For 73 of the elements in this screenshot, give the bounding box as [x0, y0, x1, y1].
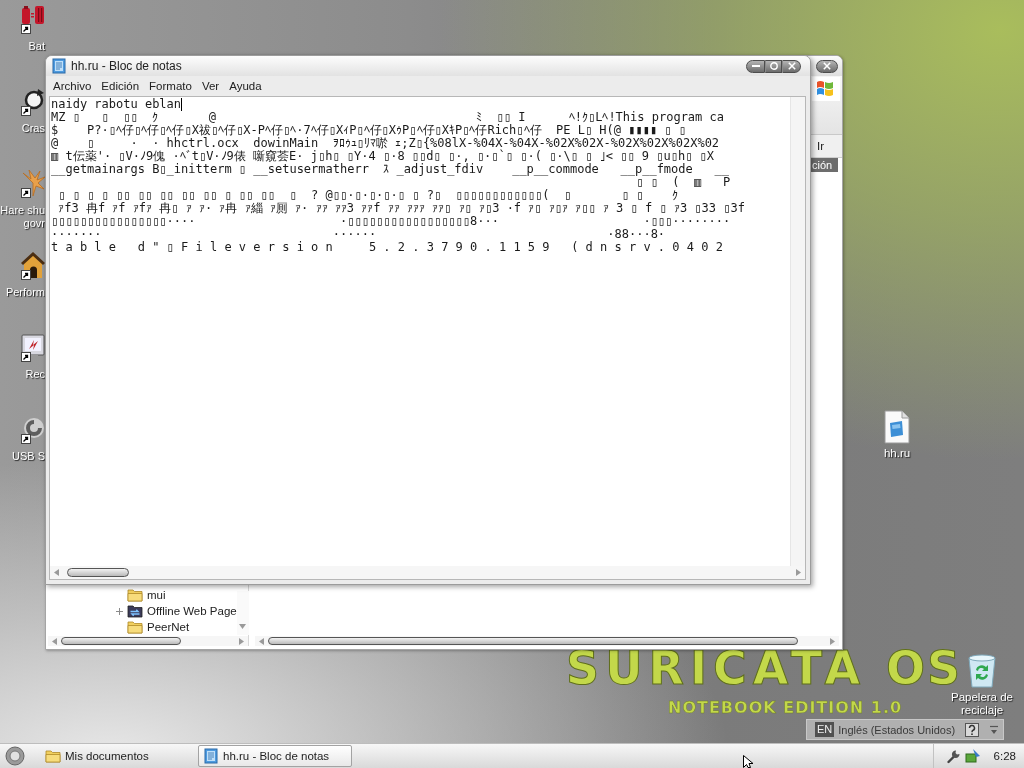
scrollbar-thumb[interactable] [61, 637, 181, 645]
close-button[interactable] [782, 59, 801, 73]
text-line: MZ ▯ ▯ ▯▯ ｸ @ ﾐ ▯▯ I ﾍ!ｸ▯Lﾍ!This program ca [51, 111, 724, 124]
scroll-left-icon[interactable] [52, 637, 57, 645]
burst-icon[interactable] [21, 169, 45, 199]
menu-item[interactable]: Formato [144, 78, 197, 94]
close-icon [787, 62, 796, 70]
close-icon [823, 62, 831, 70]
close-button[interactable] [816, 59, 838, 73]
column-header[interactable]: ción [811, 158, 838, 172]
scroll-right-icon[interactable] [239, 637, 244, 645]
notepad-icon [203, 748, 219, 764]
notepad-icon [51, 58, 67, 74]
hardware-card-icon[interactable] [964, 748, 981, 764]
tree-item[interactable]: mui [48, 587, 237, 603]
scroll-right-icon[interactable] [796, 569, 801, 576]
start-button[interactable] [4, 745, 26, 767]
scroll-left-icon[interactable] [54, 569, 59, 576]
text-line: ▥ t伝薬'· ▯V·ﾉ9傀 ·ﾍﾞt▯V·ﾉ9俵 噺窺荟E· j▯h▯ ▯Y·4 ▯·8 ▯▯d▯ ▯·, ▯·▯`▯ ▯·( ▯·\▯ ▯ ｣< ▯▯ 9 ▯u▯h▯ ▯X [51, 150, 715, 163]
scroll-left-icon[interactable] [259, 637, 264, 645]
help-icon[interactable] [965, 722, 980, 737]
text-line: t a b l e d " ▯ F i l e v e r s i o n 5 . 2 . 3 7 9 0 . 1 1 5 9 ( d n s r v . 0 4 0 2 [51, 241, 723, 254]
language-code[interactable]: EN [815, 722, 835, 737]
orb-icon [5, 746, 25, 766]
text-line: $ P?·▯ﾍ仔▯ﾍ仔▯ﾍ仔▯X祓▯ﾍ仔▯X-Pﾍ仔▯ﾍ·7ﾍ仔▯XｨP▯ﾍ仔▯XｩP▯ﾍ仔▯XｷP▯ﾍ仔Rich▯ﾍ仔 PE L▯ H(@ ▮▮▮▮ ▯ ▯ [51, 124, 687, 137]
menu-item[interactable]: Ver [196, 78, 225, 94]
text-line: ▯▯▯▯▯▯▯▯▯▯▯▯▯▯▯▯···· ·▯▯▯▯▯▯▯▯▯▯▯▯▯▯▯▯▯8··· ·▯▯▯········ [51, 215, 731, 228]
tree-item[interactable]: PeerNet [48, 619, 237, 635]
clock: 6:28 [993, 750, 1016, 762]
plus-icon[interactable] [115, 607, 123, 615]
circular-arrow-icon[interactable] [21, 87, 45, 117]
folder-icon [45, 749, 61, 763]
go-button[interactable]: Ir [816, 140, 824, 152]
text-line: __getmainargs B▯_initterm ▯ __setusermatherr ｽ _adjust_fdiv __p__commode __p__fmode __ [51, 163, 729, 176]
text-line: ｧf3 冉f ｧf ｧfｧ 冉▯ ｧ ｧ· ｧ冉 ｧ緇 ｧ厠 ｧ· ｧｧ ｧｧ3 ｧｧf ｧｧ ｧｧｧ ｧｧ▯ ｧ▯ ｧ▯3 ·f ｧ▯ ｧ▯ｧ ｧ▯▯ ｧ 3 ▯ f ▯ ｧ3 ▯33 ▯3f [58, 202, 745, 215]
window-title: hh.ru - Bloc de notas [71, 59, 183, 73]
taskbar-button[interactable]: Mis documentos [40, 745, 194, 767]
folder-icon [127, 588, 143, 602]
options-arrow-icon[interactable] [990, 723, 998, 736]
wallpaper-subtitle: NOTEBOOK EDITION 1.0 [668, 699, 903, 717]
desktop-icon-label[interactable]: Papelera de reciclaje [944, 691, 1020, 717]
language-name[interactable]: Inglés (Estados Unidos) [838, 723, 956, 736]
text-line: ······· ······ ·88···8· [51, 228, 666, 241]
minimize-icon [751, 65, 760, 67]
wallpaper-logo: SURICATA [566, 645, 867, 691]
maximize-button[interactable] [765, 59, 782, 73]
document-icon[interactable] [884, 410, 910, 444]
scroll-right-icon[interactable] [830, 637, 835, 645]
text-line: naidy rabotu eblan [51, 98, 182, 111]
wrench-icon[interactable] [945, 748, 962, 764]
menu-item[interactable]: Ayuda [224, 78, 267, 94]
scrollbar-thumb[interactable] [67, 568, 129, 577]
text-line: ▯ ▯ ( ▥ P [636, 176, 731, 189]
battery-icon[interactable] [21, 5, 45, 35]
maximize-icon [769, 62, 778, 70]
minimize-button[interactable] [746, 59, 765, 73]
menu-item[interactable]: Archivo [48, 78, 97, 94]
folder-icon [127, 620, 143, 634]
flag-icon [812, 77, 840, 101]
text-line: @ ▯ · · hhctrl.ocx dowinMain ｦﾛｩｭ▯ﾘﾏ唹 ｪ;Z▯{%08lX-%04X-%04X-%02X%02X-%02X%02X%02X%02 [51, 137, 720, 150]
scroll-down-icon[interactable] [239, 624, 247, 629]
wallpaper-logo-suffix: OS [886, 645, 963, 691]
desktop-icon-label[interactable]: hh.ru [883, 447, 911, 460]
monitor-icon[interactable] [21, 333, 45, 363]
scrollbar-thumb[interactable] [268, 637, 798, 645]
sync-folder-icon [127, 604, 143, 618]
text-line: ▯ ▯ ▯ ▯ ▯▯ ▯▯ ▯▯ ▯▯ ▯▯ ▯ ▯▯ ▯▯ ▯ ? @▯▯·▯·▯·▯·▯ ▯ ?▯ ▯▯▯▯▯▯▯▯▯▯▯▯( ▯ ▯ ▯ ｸ [58, 189, 679, 202]
recycle-bin-icon[interactable] [965, 652, 999, 688]
swirl-icon[interactable] [21, 415, 45, 445]
menu-item[interactable]: Edición [96, 78, 145, 94]
tree-item[interactable]: Offline Web Page [48, 603, 237, 619]
taskbar-button[interactable]: hh.ru - Bloc de notas [198, 745, 352, 767]
mouse-pointer-icon [743, 755, 754, 768]
